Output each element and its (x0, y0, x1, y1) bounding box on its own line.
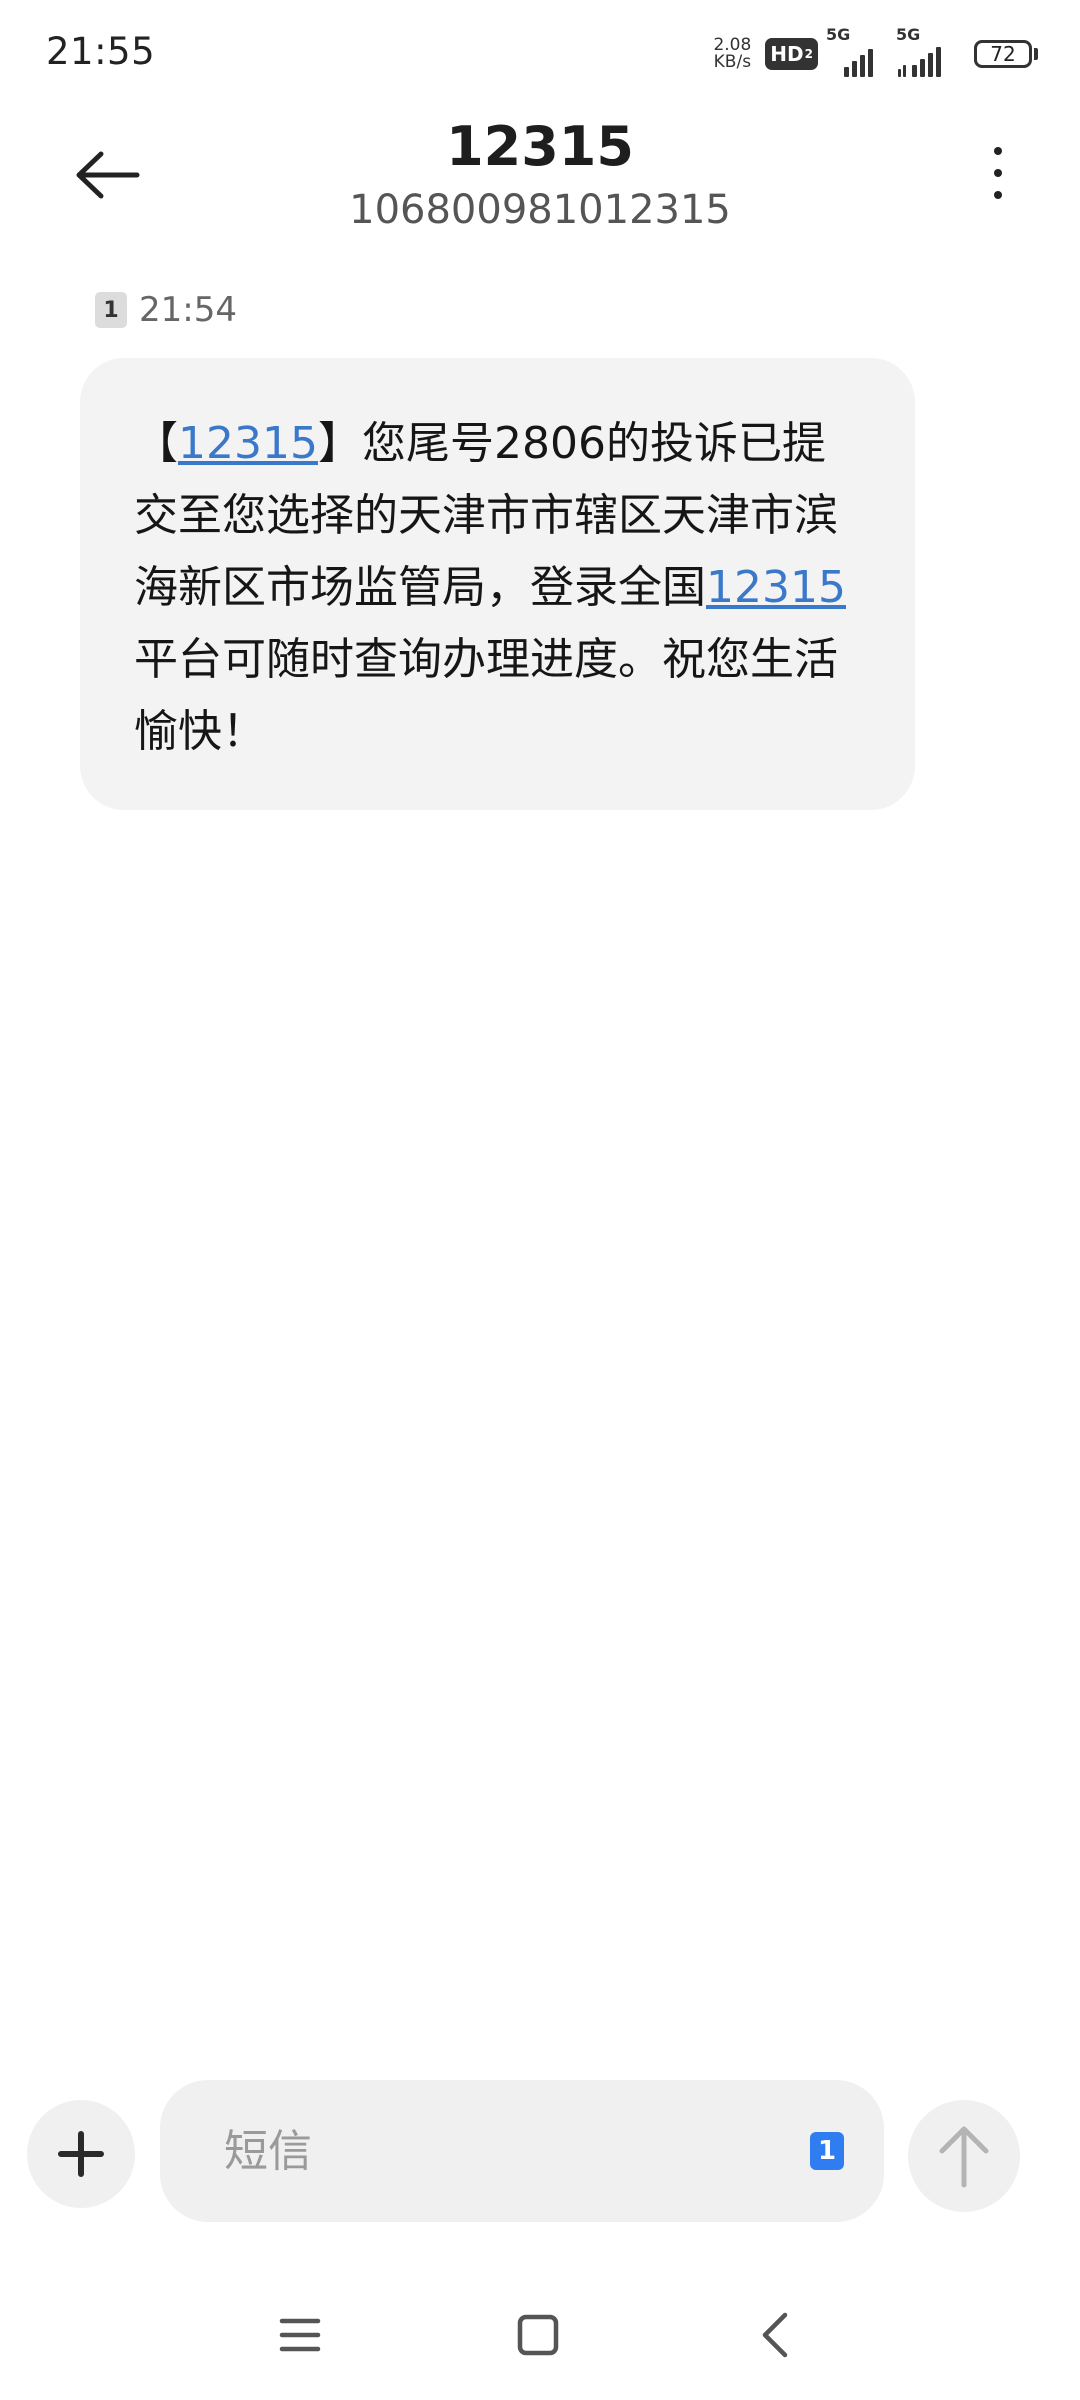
sim-select-button[interactable]: 1 (810, 2132, 844, 2170)
more-options-button[interactable] (968, 138, 1028, 208)
message-link-12315[interactable]: 12315 (178, 418, 318, 469)
conversation-header: 12315 106800981012315 (0, 100, 1080, 250)
message-text-part: 平台可随时查询办理进度。祝您生活愉快！ (134, 634, 838, 757)
message-bubble[interactable]: 【12315】您尾号2806的投诉已提交至您选择的天津市市辖区天津市滨海新区市场… (80, 358, 915, 810)
nav-back-button[interactable] (735, 2300, 815, 2370)
message-input[interactable] (222, 2124, 726, 2178)
arrow-left-icon (76, 151, 140, 199)
chevron-left-icon (762, 2312, 788, 2358)
network-speed: 2.08 KB/s (713, 37, 751, 71)
status-time: 21:55 (46, 30, 156, 73)
message-link-12315[interactable]: 12315 (706, 562, 846, 613)
status-indicators: 2.08 KB/s HD 2 5G 5G 72 (713, 25, 1038, 78)
status-bar: 21:55 2.08 KB/s HD 2 5G 5G 72 (0, 0, 1080, 100)
system-nav-bar (0, 2290, 1080, 2380)
sim-slot-badge: 1 (95, 292, 127, 328)
hd-sub: 2 (804, 47, 813, 61)
contact-number: 106800981012315 (349, 187, 731, 233)
hd-voice-icon: HD 2 (765, 38, 818, 70)
send-button[interactable] (908, 2100, 1020, 2212)
network-speed-unit: KB/s (713, 52, 752, 72)
more-vertical-icon (994, 147, 1002, 155)
add-attachment-button[interactable] (27, 2100, 135, 2208)
contact-name: 12315 (446, 115, 634, 178)
arrow-up-icon (939, 2126, 989, 2188)
menu-icon (279, 2318, 321, 2352)
sim2-network-label: 5G (896, 25, 921, 44)
back-button[interactable] (68, 140, 148, 210)
recents-button[interactable] (260, 2300, 340, 2370)
sim1-network-label: 5G (826, 25, 851, 44)
hd-label: HD (770, 42, 804, 66)
signal-sim1-icon: 5G (826, 25, 878, 77)
home-button[interactable] (498, 2300, 578, 2370)
message-text-part: 【 (134, 418, 178, 469)
signal-sim2-icon: 5G (896, 25, 958, 77)
messaging-screen: 21:55 2.08 KB/s HD 2 5G 5G 72 12315 1068… (0, 0, 1080, 2400)
message-meta: 1 21:54 (95, 290, 237, 330)
message-time: 21:54 (139, 290, 237, 330)
compose-bar: 1 (0, 2075, 1080, 2225)
plus-icon (58, 2131, 104, 2177)
message-text: 【12315】您尾号2806的投诉已提交至您选择的天津市市辖区天津市滨海新区市场… (134, 408, 863, 768)
home-square-icon (517, 2314, 559, 2356)
battery-level: 72 (974, 40, 1032, 68)
battery-icon: 72 (974, 40, 1038, 68)
message-input-box[interactable]: 1 (160, 2080, 884, 2222)
contact-info[interactable]: 12315 106800981012315 (240, 112, 840, 236)
